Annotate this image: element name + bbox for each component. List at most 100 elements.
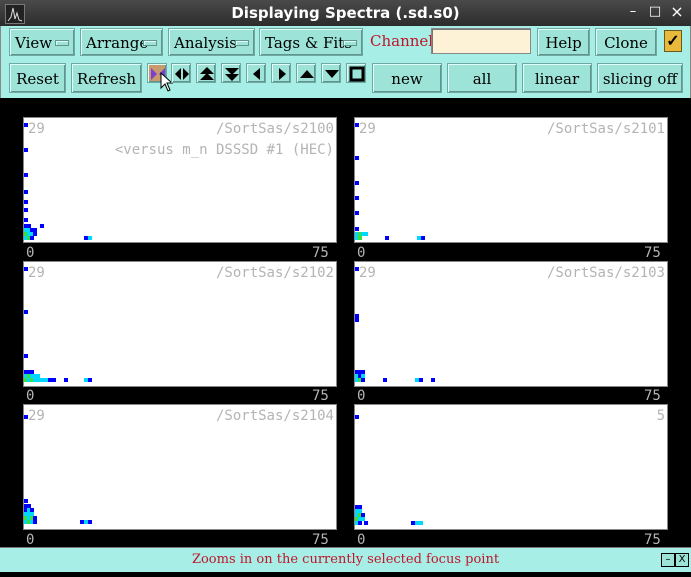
panel-path: /SortSas/s2104 [215,408,334,424]
spectrum-cell [33,520,37,524]
double-up-button[interactable] [196,63,216,83]
spectrum-cell [24,354,28,358]
spectrum-cell [364,232,368,236]
spectrum-cell [355,156,359,160]
x-axis-max: 75 [644,388,661,404]
x-axis-max: 75 [312,532,329,548]
spectrum-cell [355,211,359,215]
help-button[interactable]: Help [537,28,590,56]
x-axis-min: 0 [357,245,366,261]
spectrum-cell [355,318,359,322]
expand-horizontal-button[interactable] [171,63,191,83]
down-button[interactable] [321,63,341,83]
panel-count: 29 [359,265,376,281]
panel-path: /SortSas/s2102 [215,265,334,281]
slicing-button[interactable]: slicing off [597,63,683,93]
x-axis-max: 75 [312,388,329,404]
spectrum-cell [419,378,423,382]
spectrum-cell [24,218,28,222]
view-menu[interactable]: View [9,28,75,56]
panel-count: 29 [359,121,376,137]
panel-subtitle: <versus m_n DSSSD #1 (HEC) [114,142,334,158]
status-bar: Zooms in on the currently selected focus… [0,547,691,572]
minimize-button[interactable]: – [626,5,640,19]
spectrum-cell [24,190,28,194]
spectrum-cell [88,520,92,524]
up-button[interactable] [296,63,316,83]
down-icon [325,70,339,78]
menu-indicator-icon [235,40,249,46]
spectrum-cell [355,415,359,419]
x-axis-max: 75 [644,245,661,261]
spectrum-cell [24,173,28,177]
spectrum-cell [88,378,92,382]
linear-button[interactable]: linear [522,63,592,93]
spectrum-cell [431,378,435,382]
analysis-menu[interactable]: Analysis [168,28,255,56]
arrange-menu[interactable]: Arrange [80,28,163,56]
expand-horizontal-icon [175,68,189,80]
panel-path: 5 [656,408,665,424]
spectrum-cell [421,236,425,240]
left-icon [253,68,260,80]
spectrum-cell [355,196,359,200]
panel-count: 29 [28,265,45,281]
spectrum-panel[interactable]: 29 /SortSas/s2104 [23,404,337,530]
reset-button[interactable]: Reset [9,63,66,93]
tags-fits-menu-label: Tags & Fits [265,34,352,52]
spectrum-cell [24,415,28,419]
menu-indicator-icon [343,40,357,46]
spectrum-cell [358,521,362,525]
maximize-button[interactable]: □ [648,5,662,19]
panel-path: /SortSas/s2103 [546,265,665,281]
left-button[interactable] [246,63,266,83]
double-down-icon [225,68,239,81]
panel-count: 29 [28,408,45,424]
channel-input[interactable] [431,28,531,54]
spectrum-panel[interactable]: 29 /SortSas/s2100 <versus m_n DSSSD #1 (… [23,117,337,243]
spectrum-cell [24,499,28,503]
spectrum-cell [358,236,362,240]
refresh-button[interactable]: Refresh [71,63,142,93]
tags-fits-menu[interactable]: Tags & Fits [259,28,363,56]
x-axis-min: 0 [26,388,35,404]
spectrum-cell [361,378,365,382]
analysis-menu-label: Analysis [174,34,237,52]
spectrum-cell [383,378,387,382]
toolbar: View Arrange Analysis Tags & Fits Channe… [0,26,691,98]
close-button[interactable]: × [670,4,684,20]
channel-label: Channel: [370,32,439,50]
square-button[interactable] [346,63,366,83]
double-up-icon [200,67,214,80]
spectrum-cell [64,378,68,382]
status-close-button[interactable]: X [675,553,689,567]
status-minimize-button[interactable]: – [661,553,675,567]
spectrum-cell [24,148,28,152]
panel-path: /SortSas/s2100 [215,121,334,137]
status-text: Zooms in on the currently selected focus… [191,552,500,567]
x-axis-max: 75 [644,532,661,548]
enable-checkbox[interactable]: ✓ [664,30,682,52]
spectrum-cell [30,236,34,240]
spectrum-panel[interactable]: 29 /SortSas/s2102 [23,261,337,387]
spectrum-cell [24,208,28,212]
spectrum-cell [355,181,359,185]
new-button[interactable]: new [372,63,442,93]
spectrum-cell [52,378,56,382]
x-axis-min: 0 [26,245,35,261]
x-axis-max: 75 [312,245,329,261]
spectra-area[interactable]: 29 /SortSas/s2100 <versus m_n DSSSD #1 (… [4,98,687,548]
spectrum-panel[interactable]: 5 [354,404,668,530]
spectrum-cell [40,224,44,228]
spectrum-cell [355,227,359,231]
all-button[interactable]: all [447,63,517,93]
right-icon [279,68,286,80]
x-axis-min: 0 [26,532,35,548]
right-button[interactable] [271,63,291,83]
double-down-button[interactable] [221,63,241,83]
spectrum-panel[interactable]: 29 /SortSas/s2103 [354,261,668,387]
clone-button[interactable]: Clone [595,28,657,56]
view-menu-label: View [15,34,53,52]
spectrum-cell [385,236,389,240]
spectrum-panel[interactable]: 29 /SortSas/s2101 [354,117,668,243]
